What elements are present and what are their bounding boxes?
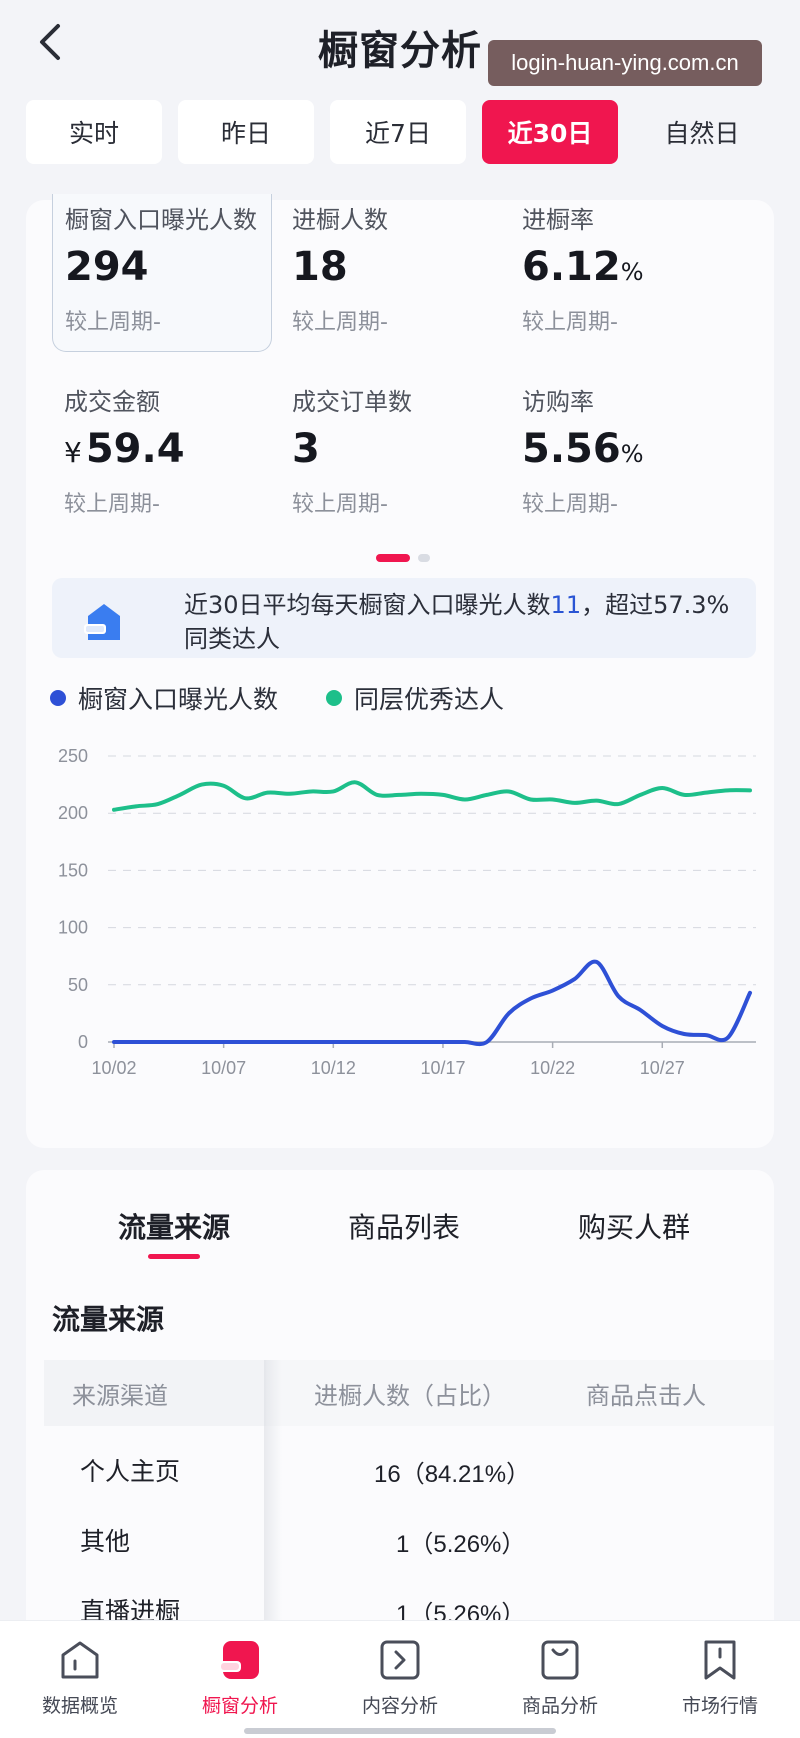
- metric-enter-rate[interactable]: 进橱率 6.12% 较上周期-: [510, 200, 730, 350]
- watermark-url: login-huan-ying.com.cn: [488, 40, 762, 86]
- metric-value: 3: [292, 426, 320, 472]
- metric-value: 5.56%: [522, 426, 644, 472]
- metric-value: 6.12%: [522, 244, 644, 290]
- tab-buyer-group[interactable]: 购买人群: [534, 1206, 734, 1246]
- metric-compare: 较上周期-: [65, 310, 161, 335]
- cell-visitors: 16（84.21%）: [374, 1461, 531, 1488]
- pagination-dot-active: [376, 554, 410, 562]
- legend-dot-blue: [50, 690, 66, 706]
- nav-item-content-analysis[interactable]: 内容分析: [324, 1621, 476, 1738]
- y-tick-label: 200: [58, 803, 88, 823]
- nav-label: 市场行情: [681, 1695, 758, 1717]
- metric-value: 294: [65, 244, 149, 290]
- series-line-exposure: [112, 959, 752, 1047]
- metric-label: 橱窗入口曝光人数: [65, 206, 257, 234]
- y-tick-label: 0: [78, 1032, 88, 1052]
- metric-label: 访购率: [522, 388, 594, 416]
- column-header-clicks[interactable]: 商品点击人: [546, 1360, 774, 1426]
- series-line-peers: [112, 780, 752, 812]
- legend-label: 同层优秀达人: [354, 685, 505, 714]
- section-title: 流量来源: [52, 1303, 165, 1336]
- nav-item-product-analysis[interactable]: 商品分析: [484, 1621, 636, 1738]
- column-header-visitors[interactable]: 进橱人数（占比）: [266, 1360, 546, 1426]
- metric-label: 进橱率: [522, 206, 594, 234]
- y-tick-label: 50: [68, 975, 88, 995]
- pagination-dot: [418, 554, 430, 562]
- metric-value: ¥59.4: [64, 426, 185, 472]
- metric-orders[interactable]: 成交订单数 3 较上周期-: [280, 382, 500, 532]
- nav-label: 商品分析: [521, 1695, 598, 1717]
- period-tabs: 实时 昨日 近7日 近30日 自然日: [26, 100, 774, 166]
- store-icon: [84, 604, 120, 640]
- active-tab-indicator: [148, 1254, 200, 1259]
- table-header: 来源渠道 进橱人数（占比） 商品点击人: [44, 1360, 774, 1426]
- period-tab-30days[interactable]: 近30日: [482, 100, 618, 164]
- period-tab-natural-day[interactable]: 自然日: [634, 100, 770, 164]
- trend-line-chart: 0 50 100 150 200 250 10/02 10/07 10/12 10/17 10/22…: [58, 746, 756, 1078]
- cell-channel: 其他: [80, 1527, 131, 1556]
- cell-channel: 个人主页: [80, 1457, 181, 1486]
- insight-text: 近30日平均每天橱窗入口曝光人数11，超过57.3% 同类达人: [184, 591, 730, 653]
- nav-item-window-analysis[interactable]: 橱窗分析: [164, 1621, 316, 1738]
- metric-gmv[interactable]: 成交金额 ¥59.4 较上周期-: [52, 382, 272, 532]
- x-tick-label: 10/07: [201, 1058, 246, 1078]
- bookmark-icon: [704, 1640, 736, 1680]
- nav-label: 数据概览: [41, 1695, 118, 1717]
- period-tab-yesterday[interactable]: 昨日: [178, 100, 314, 164]
- chart-legend: 橱窗入口曝光人数 同层优秀达人: [50, 678, 552, 718]
- column-header-channel[interactable]: 来源渠道: [44, 1360, 266, 1426]
- period-tab-7days[interactable]: 近7日: [330, 100, 466, 164]
- y-tick-label: 150: [58, 860, 88, 880]
- tab-traffic-source[interactable]: 流量来源: [74, 1206, 274, 1246]
- metric-exposure[interactable]: 橱窗入口曝光人数 294 较上周期-: [52, 194, 272, 352]
- metric-compare: 较上周期-: [292, 492, 388, 517]
- legend-label: 橱窗入口曝光人数: [78, 685, 279, 714]
- play-icon: [380, 1640, 420, 1680]
- y-tick-label: 100: [58, 918, 88, 938]
- detail-tabs: 流量来源 商品列表 购买人群: [26, 1170, 774, 1259]
- home-icon: [61, 1641, 99, 1679]
- detail-card: 流量来源 商品列表 购买人群 流量来源 来源渠道 进橱人数（占比） 商品点击人 …: [26, 1170, 774, 1630]
- period-tab-realtime[interactable]: 实时: [26, 100, 162, 164]
- window-icon: [219, 1641, 259, 1679]
- legend-dot-green: [326, 690, 343, 706]
- pagination-dots: [376, 554, 430, 564]
- x-tick-label: 10/12: [311, 1058, 356, 1078]
- metric-compare: 较上周期-: [64, 492, 160, 517]
- legend-item-exposure[interactable]: 橱窗入口曝光人数: [50, 680, 278, 716]
- metric-enter-count[interactable]: 进橱人数 18 较上周期-: [280, 200, 500, 350]
- x-tick-label: 10/27: [640, 1058, 685, 1078]
- tab-product-list[interactable]: 商品列表: [304, 1206, 504, 1246]
- metric-label: 成交订单数: [292, 388, 412, 416]
- metric-conversion-rate[interactable]: 访购率 5.56% 较上周期-: [510, 382, 730, 532]
- home-indicator: [244, 1728, 556, 1734]
- metric-label: 进橱人数: [292, 206, 388, 234]
- metric-compare: 较上周期-: [292, 310, 388, 335]
- y-tick-label: 250: [58, 746, 88, 766]
- nav-item-overview[interactable]: 数据概览: [4, 1621, 156, 1738]
- metric-compare: 较上周期-: [522, 492, 618, 517]
- cell-visitors: 1（5.26%）: [396, 1531, 526, 1558]
- bag-icon: [541, 1640, 579, 1680]
- metric-compare: 较上周期-: [522, 310, 618, 335]
- legend-item-peers[interactable]: 同层优秀达人: [326, 680, 504, 716]
- nav-label: 橱窗分析: [201, 1695, 278, 1717]
- sticky-column-shadow: [264, 1360, 282, 1630]
- x-tick-label: 10/22: [530, 1058, 575, 1078]
- overview-card: 橱窗入口曝光人数 294 较上周期- 进橱人数 18 较上周期- 进橱率 6.1…: [26, 194, 774, 1148]
- header: 橱窗分析 login-huan-ying.com.cn: [0, 0, 800, 92]
- x-tick-label: 10/17: [420, 1058, 465, 1078]
- x-tick-label: 10/02: [91, 1058, 136, 1078]
- metric-label: 成交金额: [64, 388, 160, 416]
- metric-value: 18: [292, 244, 348, 290]
- nav-label: 内容分析: [361, 1695, 438, 1717]
- nav-item-market[interactable]: 市场行情: [644, 1621, 796, 1738]
- insight-banner: 近30日平均每天橱窗入口曝光人数11，超过57.3% 同类达人: [52, 578, 756, 658]
- bottom-navigation: 数据概览 橱窗分析 内容分析 商品分析 市场行情: [0, 1620, 800, 1738]
